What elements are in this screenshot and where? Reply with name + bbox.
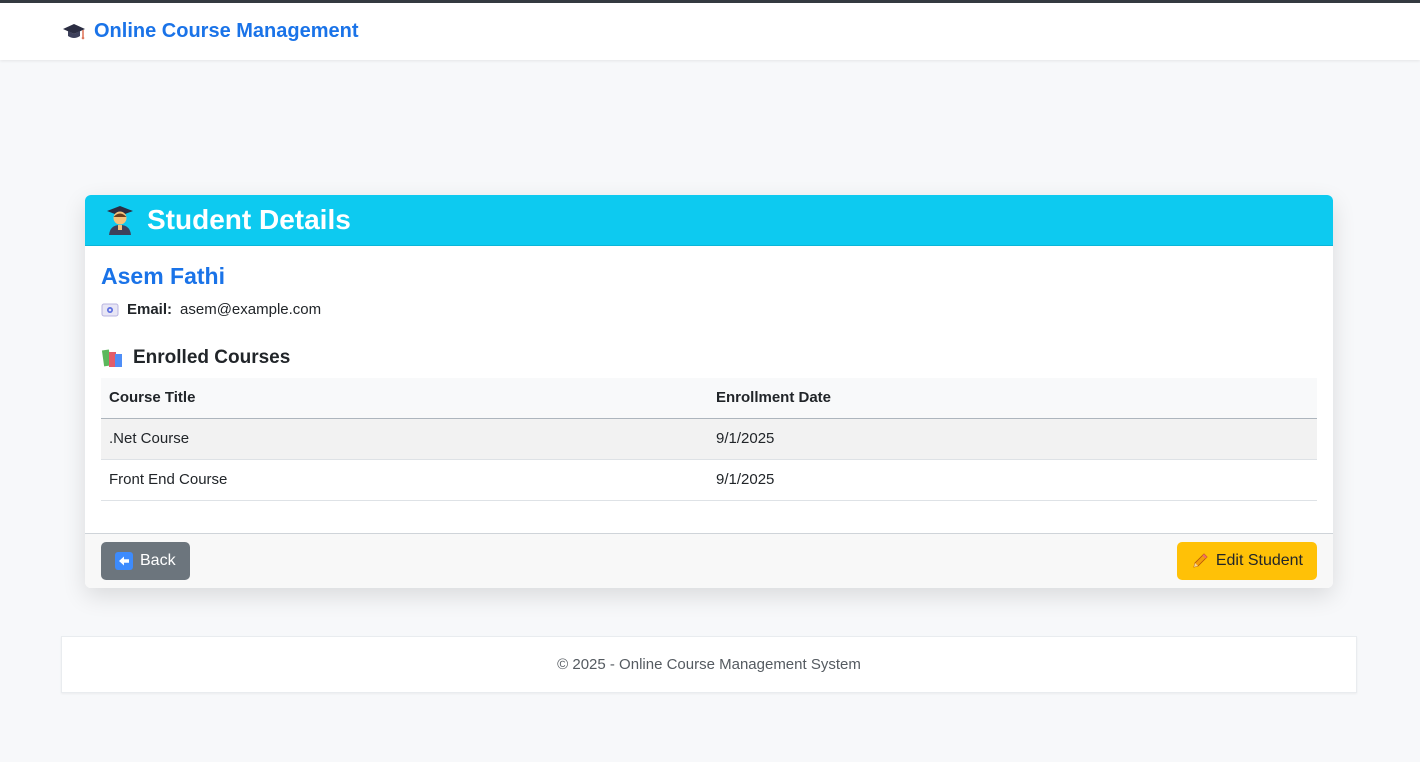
courses-table: Course Title Enrollment Date .Net Course… xyxy=(101,378,1317,501)
enrollment-date-cell: 9/1/2025 xyxy=(708,418,1317,460)
table-header-row: Course Title Enrollment Date xyxy=(101,378,1317,419)
card-title: Student Details xyxy=(147,204,351,235)
column-header-course-title: Course Title xyxy=(101,378,708,419)
course-title-cell: .Net Course xyxy=(101,418,708,460)
back-button-label: Back xyxy=(140,552,176,569)
navbar: Online Course Management xyxy=(0,0,1420,60)
card-footer: Back Edit Student xyxy=(85,533,1333,588)
email-icon xyxy=(101,303,119,317)
student-details-card: Student Details Asem Fathi Email: asem@e… xyxy=(85,195,1333,588)
pencil-icon xyxy=(1191,552,1209,570)
card-header: Student Details xyxy=(85,195,1333,246)
table-row: .Net Course 9/1/2025 xyxy=(101,418,1317,460)
back-button[interactable]: Back xyxy=(101,542,190,580)
student-name: Asem Fathi xyxy=(101,263,225,289)
books-icon xyxy=(101,347,125,369)
table-row: Front End Course 9/1/2025 xyxy=(101,459,1317,501)
student-icon xyxy=(105,204,135,236)
column-header-enrollment-date: Enrollment Date xyxy=(708,378,1317,419)
enrolled-courses-title: Enrolled Courses xyxy=(133,347,291,368)
footer-copyright: © 2025 - Online Course Management System xyxy=(557,656,861,673)
brand-link[interactable]: Online Course Management xyxy=(62,20,359,43)
course-title-cell: Front End Course xyxy=(101,459,708,501)
email-row: Email: asem@example.com xyxy=(101,301,321,318)
graduation-cap-icon xyxy=(62,21,86,43)
enrolled-courses-heading: Enrolled Courses xyxy=(101,347,290,369)
back-arrow-icon xyxy=(115,552,133,570)
edit-student-button-label: Edit Student xyxy=(1215,552,1303,569)
email-label: Email: xyxy=(127,301,173,318)
email-value: asem@example.com xyxy=(180,301,322,318)
edit-student-button[interactable]: Edit Student xyxy=(1176,542,1317,580)
page-footer: © 2025 - Online Course Management System xyxy=(61,636,1357,693)
enrollment-date-cell: 9/1/2025 xyxy=(708,459,1317,501)
brand-title: Online Course Management xyxy=(94,20,359,42)
